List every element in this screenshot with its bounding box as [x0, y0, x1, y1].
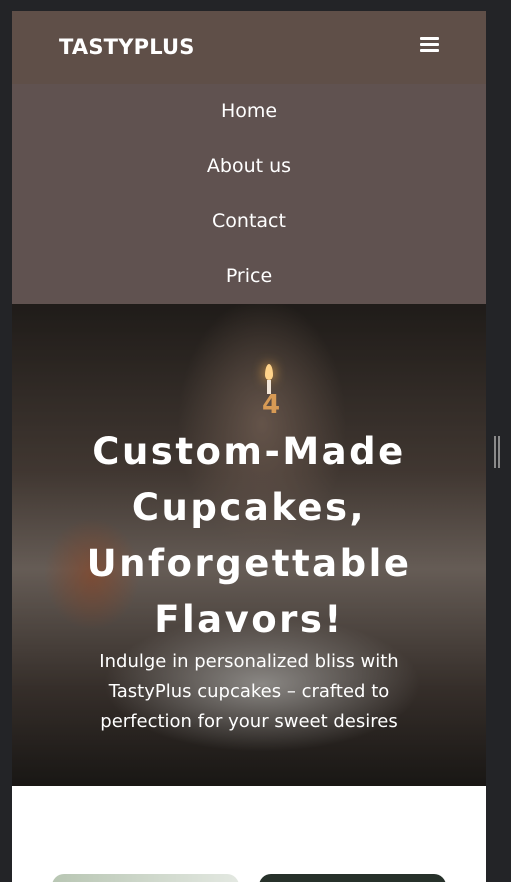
hamburger-menu-icon[interactable]: [420, 35, 439, 52]
nav-item-price[interactable]: Price: [12, 249, 486, 304]
resize-handle[interactable]: [492, 436, 502, 468]
page: TASTYPLUS Home About us Contact Price 4 …: [12, 11, 486, 882]
hero-subtitle: Indulge in personalized bliss with Tasty…: [99, 651, 399, 732]
birthday-candle-image: 4: [262, 364, 281, 420]
nav-item-contact[interactable]: Contact: [12, 194, 486, 249]
nav-item-home[interactable]: Home: [12, 84, 486, 139]
hero-section: 4 Custom-Made Cupcakes, Unforgettable Fl…: [12, 304, 486, 786]
device-frame-top: [0, 0, 511, 11]
brand-logo[interactable]: TASTYPLUS: [59, 35, 195, 59]
hero-title: Custom-Made Cupcakes, Unforgettable Flav…: [86, 430, 412, 641]
handle-line: [498, 436, 500, 468]
handle-line: [494, 436, 496, 468]
product-card-image-left[interactable]: [52, 874, 239, 882]
candle-flame: [265, 364, 273, 380]
nav-item-about-us[interactable]: About us: [12, 139, 486, 194]
hamburger-line: [420, 43, 439, 46]
navbar: TASTYPLUS: [12, 11, 486, 84]
candle-digit: 4: [262, 390, 281, 420]
hamburger-line: [420, 49, 439, 52]
product-card-image-right[interactable]: [259, 874, 446, 882]
nav-menu: Home About us Contact Price: [12, 84, 486, 304]
hamburger-line: [420, 37, 439, 40]
